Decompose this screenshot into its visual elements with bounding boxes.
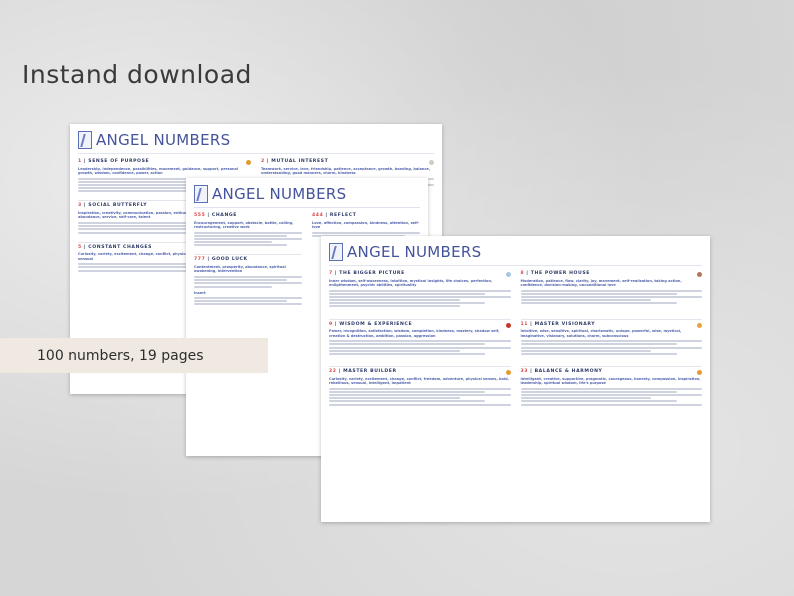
section-title: MUTUAL INTEREST	[271, 159, 329, 164]
angel-logo-icon	[194, 185, 208, 203]
section-555: 555 | CHANGE Encouragement, support, obst…	[194, 213, 302, 247]
angel-logo-icon	[78, 131, 92, 149]
section-title: GOOD LUCK	[211, 257, 248, 263]
section-keywords: Curiosity, variety, excitement, change, …	[329, 376, 509, 386]
color-dot-icon	[697, 322, 702, 328]
section-footer-word: Insert	[194, 290, 206, 295]
section-title: MASTER BUILDER	[343, 369, 397, 375]
sheet-title: ANGEL NUMBERS	[96, 131, 231, 149]
color-dot-icon	[505, 322, 511, 328]
sheet-title: ANGEL NUMBERS	[212, 185, 347, 203]
sheet-title: ANGEL NUMBERS	[347, 243, 482, 261]
section-777: 777 | GOOD LUCK Contentment, prosperity, …	[194, 254, 302, 306]
section-keywords: Leadership, independence, possibilities,…	[78, 166, 239, 176]
section-9: 9 | WISDOM & EXPERIENCE Power, recognitio…	[329, 318, 511, 356]
color-dot-icon	[697, 272, 702, 277]
section-number: 33	[520, 369, 529, 375]
section-number: 7	[329, 271, 333, 276]
section-number: 2	[261, 159, 265, 164]
section-keywords: Intuitive, wise, sensitive, spiritual, c…	[520, 329, 682, 338]
section-22: 22 | MASTER BUILDER Curiosity, variety, e…	[329, 366, 511, 407]
section-title: BALANCE & HARMONY	[534, 369, 603, 375]
section-keywords: Intelligent, creative, supportive, pragm…	[520, 376, 701, 386]
section-title: SENSE OF PURPOSE	[88, 159, 150, 164]
section-number: 777	[194, 257, 206, 263]
section-title: CONSTANT CHANGES	[88, 244, 153, 250]
section-title: THE BIGGER PICTURE	[339, 271, 405, 276]
color-dot-icon	[505, 272, 511, 277]
section-title: SOCIAL BUTTERFLY	[88, 203, 148, 209]
section-33: 33 | BALANCE & HARMONY Intelligent, creat…	[520, 366, 702, 407]
sheet-page-3: ANGEL NUMBERS 7 | THE BIGGER PICTURE Inne…	[321, 236, 710, 522]
section-number: 8	[520, 271, 525, 276]
section-keywords: Contentment, prosperity, abundance, spir…	[194, 264, 286, 274]
section-7: 7 | THE BIGGER PICTURE Inner wisdom, self…	[329, 271, 511, 309]
section-title: CHANGE	[211, 213, 237, 218]
section-number: 444	[312, 213, 324, 218]
section-title: WISDOM & EXPERIENCE	[339, 321, 413, 327]
section-keywords: Love, affection, compassion, kindness, a…	[312, 220, 420, 230]
sheet-header: ANGEL NUMBERS	[194, 185, 420, 208]
section-number: 555	[194, 213, 206, 218]
section-number: 22	[329, 369, 337, 375]
section-11: 11 | MASTER VISIONARY Intuitive, wise, se…	[520, 318, 702, 356]
section-number: 11	[520, 321, 529, 327]
section-number: 3	[78, 203, 82, 209]
sheet-header: ANGEL NUMBERS	[78, 131, 434, 154]
section-title: THE POWER HOUSE	[530, 271, 591, 276]
section-keywords: Power, recognition, satisfaction, wisdom…	[329, 329, 500, 338]
section-8: 8 | THE POWER HOUSE Moderation, patience,…	[520, 271, 702, 309]
section-title: REFLECT	[329, 213, 357, 218]
section-keywords: Moderation, patience, flow, clarity, joy…	[520, 278, 682, 288]
color-dot-icon	[505, 370, 511, 376]
color-dot-icon	[246, 160, 251, 165]
section-number: 9	[329, 321, 333, 327]
section-number: 5	[78, 244, 82, 250]
headline: Instand download	[22, 60, 252, 89]
section-keywords: Inner wisdom, self-awareness, intuition,…	[329, 278, 493, 288]
section-title: MASTER VISIONARY	[534, 321, 596, 327]
page-count-badge: 100 numbers, 19 pages	[0, 338, 268, 373]
section-keywords: Teamwork, service, love, friendship, pat…	[261, 166, 431, 176]
color-dot-icon	[429, 160, 434, 165]
angel-logo-icon	[329, 243, 343, 261]
section-number: 1	[78, 159, 82, 164]
section-keywords: Encouragement, support, obstacle, battle…	[194, 220, 294, 230]
sheet-header: ANGEL NUMBERS	[329, 243, 702, 266]
